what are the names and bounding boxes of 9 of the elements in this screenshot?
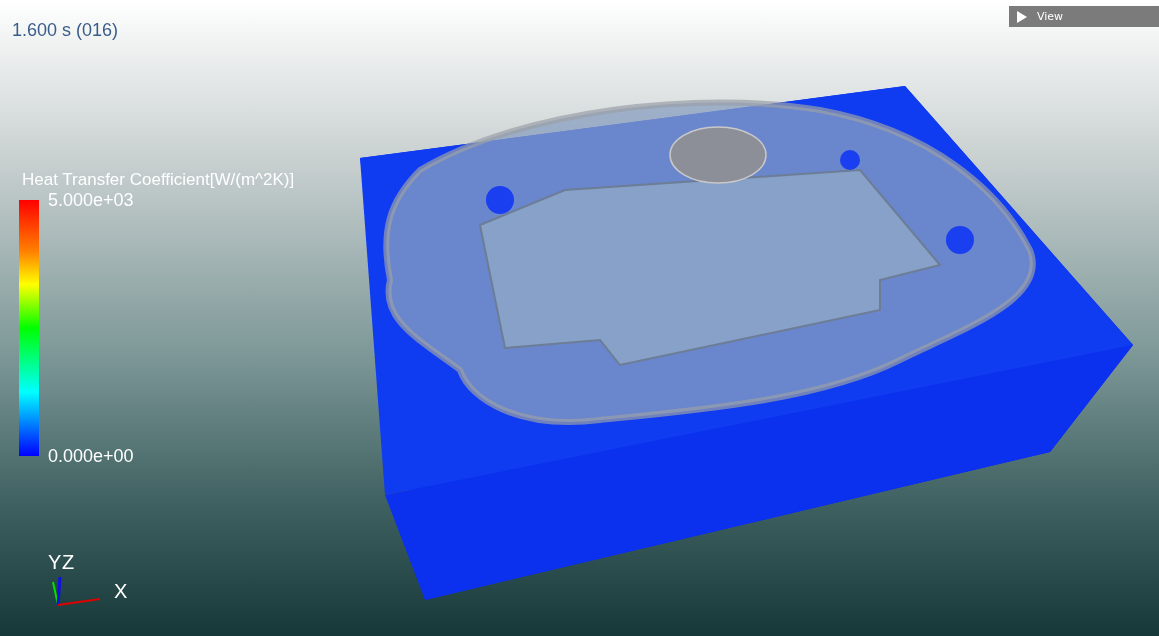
y-axis-label: Y xyxy=(48,551,62,574)
play-icon xyxy=(1017,10,1027,23)
x-axis-label: X xyxy=(114,580,128,603)
legend-min-label: 0.000e+00 xyxy=(48,446,134,466)
view-button[interactable]: View xyxy=(1009,6,1159,27)
legend-title: Heat Transfer Coefficient[W/(m^2K)] xyxy=(22,170,295,190)
time-label: 1.600 s (016) xyxy=(12,20,119,41)
legend-max-label: 5.000e+03 xyxy=(48,190,134,210)
z-axis-label: Z xyxy=(62,551,75,574)
